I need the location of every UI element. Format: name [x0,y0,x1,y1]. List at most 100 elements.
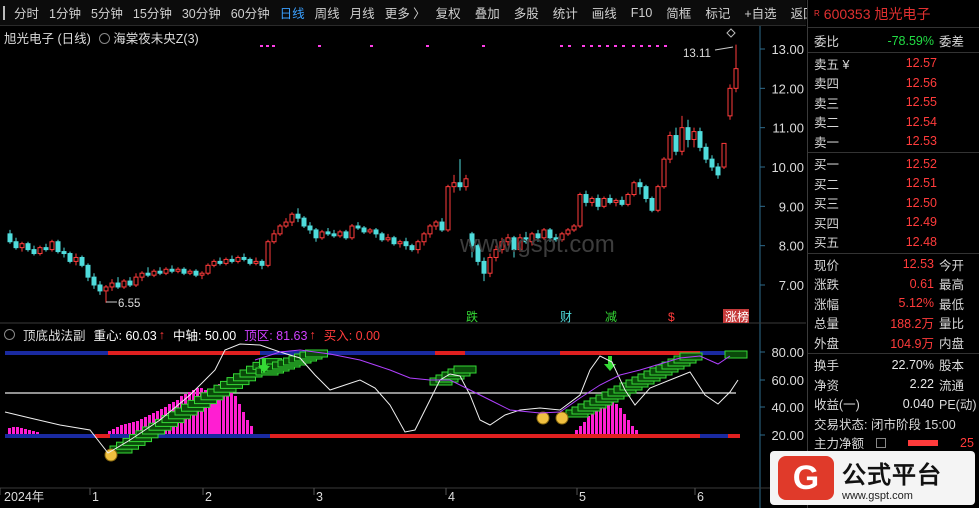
down-candle [643,184,649,203]
ask-row-2-value: 12.54 [905,114,937,129]
candle-body [601,197,607,207]
stat-row-4-label: 外盘 [814,336,840,351]
sub-chart-legend: 顶底战法副 重心: 60.03 ↑ 中轴: 50.00 顶区: 81.63 ↑ 买入… [4,325,380,344]
candle-body [241,256,247,260]
tab-15min[interactable]: 15分钟 [128,3,177,22]
event-label: 涨榜 [725,309,749,324]
up-candle [109,279,115,291]
candle-body [649,197,655,211]
zone-band [560,351,700,355]
down-candle [343,229,349,240]
down-candle [79,255,85,268]
ask-row-1-value: 12.53 [905,134,937,149]
up-candle [601,196,607,209]
down-candle [595,194,601,211]
candle-body [661,158,667,188]
candle-body [115,282,121,288]
magenta-bar [587,416,590,434]
weibi-row: 委比 -78.59% 委差 [808,31,979,51]
zone-band [95,434,110,438]
up-candle [463,174,469,191]
tab-weekly[interactable]: 周线 [310,3,345,22]
up-candle [211,259,217,268]
candle-body [721,142,727,168]
indicator-circle-icon[interactable] [4,329,15,340]
main-flow-label: 主力净额 [814,437,865,452]
down-candle [355,222,361,230]
down-candle [583,190,589,207]
down-candle [259,259,265,270]
fuquan-button[interactable]: 复权 [431,3,466,22]
overlay-button[interactable]: 叠加 [470,3,505,22]
up-candle [337,229,343,238]
up-candle [49,239,55,252]
zone-band [435,351,465,355]
up-arrow-icon: ↑ [158,327,165,342]
date-tick-label: 3 [316,490,323,504]
tab-monthly[interactable]: 月线 [345,3,380,22]
stats-button[interactable]: 统计 [548,3,583,22]
tab-60min[interactable]: 60分钟 [226,3,275,22]
center-value: 重心: 60.03 [93,329,157,343]
candle-body [367,229,373,233]
tab-1min[interactable]: 1分钟 [44,3,86,22]
trade-status: 交易状态: 闭市阶段 15:00 [814,417,956,432]
down-candle [67,251,73,264]
add-favorite-button[interactable]: +自选 [739,3,781,22]
simple-frame-button[interactable]: 简框 [661,3,696,22]
candle-body [355,225,361,229]
stat-row-0: 现价 12.53 今开 [808,255,979,275]
signal-dot [482,45,485,47]
signal-dot [370,45,373,47]
indicator-name: 海棠夜未央Z(3) [113,32,199,46]
tab-more[interactable]: 更多 〉 [380,3,431,22]
signal-dot [656,45,659,47]
tab-fenshi[interactable]: 分时 [9,3,44,22]
candle-body [685,127,691,140]
magenta-bar [234,396,237,434]
flow-detail-icon[interactable] [876,437,886,448]
candle-body [709,158,715,168]
price-tick-label: 12.00 [771,81,804,96]
candle-body [325,231,331,235]
candle-body [727,87,733,117]
stat-row-4-tail: 内盘 [939,336,965,351]
bid-row-5-value: 12.48 [905,234,937,249]
down-candle [391,235,397,246]
candle-body [103,286,109,292]
f10-button[interactable]: F10 [626,6,658,20]
bid-row-2-label: 买二 [814,177,840,192]
candle-body [211,260,217,266]
zone-band [435,434,465,438]
up-candle [223,257,229,266]
magenta-bar [623,414,626,434]
candle-body [307,225,313,231]
magenta-bar [28,430,31,434]
up-candle [445,184,451,232]
candle-body [37,247,43,255]
down-candle [481,257,487,282]
event-label: 跌 [466,309,478,324]
stat-row-0-label: 现价 [814,258,840,273]
tab-5min[interactable]: 5分钟 [86,3,128,22]
candle-body [7,233,13,243]
up-candle [163,267,169,276]
tab-30min[interactable]: 30分钟 [177,3,226,22]
candle-body [679,127,685,152]
indicator-selector[interactable]: 海棠夜未央Z(3) [98,28,199,47]
draw-line-button[interactable]: 画线 [587,3,622,22]
bid-row-3: 买三 12.50 [808,193,979,213]
layout-icon[interactable] [3,5,5,20]
candle-body [667,135,673,160]
multi-stock-button[interactable]: 多股 [509,3,544,22]
mark-button[interactable]: 标记 [700,3,735,22]
stock-name: 旭光电子 [874,5,931,22]
candle-body [127,280,133,286]
bid-row-4: 买四 12.49 [808,213,979,233]
down-candle [91,273,97,289]
chart-area[interactable]: 13.00 12.00 11.00 10.00 9.00 8.00 7.00 80.00 60.… [0,26,806,508]
stat-row-2: 涨幅 5.12% 最低 [808,294,979,314]
tab-daily[interactable]: 日线 [275,3,310,22]
date-tick-label: 2 [205,490,212,504]
magenta-bar [619,408,622,434]
